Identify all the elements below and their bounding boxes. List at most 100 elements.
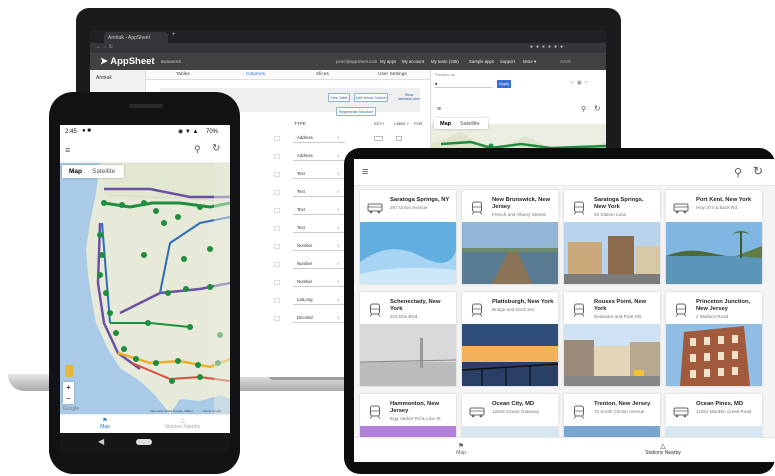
column-type-select[interactable]: Number ↕ bbox=[293, 242, 345, 251]
row-handle[interactable] bbox=[274, 262, 280, 267]
browser-tab[interactable]: Amtrak - AppSheet bbox=[104, 32, 168, 43]
tab-tables[interactable]: Tables bbox=[176, 72, 190, 77]
station-card[interactable]: Princeton Junction, New Jersey 2 Wallace … bbox=[666, 292, 762, 386]
new-tab-icon[interactable]: + bbox=[172, 32, 176, 38]
column-type-select[interactable]: Number ↕ bbox=[293, 278, 345, 287]
phone-refresh-icon[interactable]: ↻ bbox=[212, 143, 220, 154]
tablet-menu-icon[interactable]: ≡ bbox=[362, 166, 368, 178]
map-pin-icon: ⚑ bbox=[102, 418, 108, 424]
station-card[interactable]: Saratoga Springs, New York 26 Station Lan… bbox=[564, 190, 660, 284]
tab-slices[interactable]: Slices bbox=[316, 72, 329, 77]
train-icon bbox=[571, 201, 587, 215]
phone-nav-stations-nearby[interactable]: △ Stations Nearby bbox=[155, 417, 210, 430]
train-icon bbox=[367, 405, 383, 419]
column-type-select[interactable]: Address ↕ bbox=[293, 152, 345, 161]
nav-sample-apps[interactable]: Sample apps bbox=[469, 59, 494, 64]
row-handle[interactable] bbox=[274, 226, 280, 231]
nav-my-account[interactable]: My account bbox=[402, 59, 424, 64]
station-photo bbox=[360, 222, 456, 284]
train-icon bbox=[469, 303, 485, 317]
row-handle[interactable] bbox=[274, 136, 280, 141]
nav-more[interactable]: More ▾ bbox=[523, 59, 536, 65]
phone-map[interactable] bbox=[60, 163, 230, 414]
nearby-icon: △ bbox=[180, 418, 185, 424]
station-photo bbox=[462, 222, 558, 284]
pegman-icon[interactable] bbox=[65, 365, 73, 377]
column-type-value: Decimal bbox=[297, 315, 313, 320]
select-caret-icon: ↕ bbox=[337, 261, 340, 266]
station-photo bbox=[564, 324, 660, 386]
column-type-select[interactable]: Number ↕ bbox=[293, 260, 345, 269]
row-handle[interactable] bbox=[274, 172, 280, 177]
phone-search-icon[interactable]: ⚲ bbox=[194, 144, 201, 155]
station-photo bbox=[666, 324, 762, 386]
station-name: Ocean Pines, MD bbox=[696, 401, 744, 407]
column-type-select[interactable]: Text ↕ bbox=[293, 224, 345, 233]
preview-refresh-icon[interactable]: ↻ bbox=[594, 104, 601, 113]
column-type-select[interactable]: Text ↕ bbox=[293, 206, 345, 215]
extension-icons[interactable]: ●●●●●● bbox=[530, 44, 566, 50]
station-card[interactable]: Schenectady, New York 332 Erie Blvd. bbox=[360, 292, 456, 386]
key-toggle[interactable] bbox=[374, 136, 383, 141]
map-terms-link[interactable]: Terms of Use bbox=[203, 409, 221, 413]
phone-nav-map[interactable]: ⚑ Map bbox=[85, 417, 125, 430]
back-icon[interactable]: ← → ↻ bbox=[96, 44, 113, 50]
tablet-nav-stations-nearby[interactable]: △ Stations Nearby bbox=[632, 442, 694, 456]
sidebar-app-name[interactable]: Amtrak bbox=[96, 75, 112, 81]
preview-satellite-tab[interactable]: Satellite bbox=[460, 121, 480, 127]
row-handle[interactable] bbox=[274, 244, 280, 249]
column-type-value: LatLong bbox=[297, 297, 313, 302]
tablet-refresh-icon[interactable]: ↻ bbox=[753, 164, 763, 178]
station-card[interactable]: Port Kent, New York Hwy 373 & Back Rd. bbox=[666, 190, 762, 284]
save-button[interactable]: SAVE bbox=[560, 59, 571, 64]
row-handle[interactable] bbox=[274, 298, 280, 303]
back-triangle-icon[interactable]: ◀ bbox=[98, 437, 104, 446]
station-name: Hammonton, New Jersey bbox=[390, 401, 439, 414]
tablet-nav-map[interactable]: ⚑ Map bbox=[444, 442, 478, 456]
zoom-control[interactable]: + − bbox=[63, 382, 74, 404]
column-type-value: Text bbox=[297, 225, 305, 230]
column-type-select[interactable]: Text ↕ bbox=[293, 188, 345, 197]
station-photo bbox=[564, 222, 660, 284]
battery-level: 70% bbox=[206, 129, 219, 135]
column-type-select[interactable]: LatLong ↕ bbox=[293, 296, 345, 305]
phone-satellite-tab[interactable]: Satellite bbox=[92, 168, 115, 175]
row-handle[interactable] bbox=[274, 208, 280, 213]
preview-user-select[interactable]: ● bbox=[435, 81, 493, 88]
tab-columns[interactable]: Columns bbox=[246, 72, 265, 77]
phone-menu-icon[interactable]: ≡ bbox=[65, 145, 70, 155]
home-pill-icon[interactable] bbox=[136, 439, 152, 445]
preview-search-icon[interactable]: ⚲ bbox=[581, 105, 586, 113]
preview-label: Preview as bbox=[435, 72, 455, 77]
preview-map-tab[interactable]: Map bbox=[440, 121, 451, 127]
nav-support[interactable]: Support bbox=[500, 59, 515, 64]
column-type-select[interactable]: Decimal ↕ bbox=[293, 314, 345, 323]
nav-my-apps[interactable]: My apps bbox=[380, 59, 396, 64]
bus-icon bbox=[469, 405, 485, 419]
device-toggle-icons[interactable]: □▣□ bbox=[571, 80, 601, 88]
station-address: 11051 Manklin Creek Road bbox=[696, 409, 752, 414]
column-type-select[interactable]: Text ↕ bbox=[293, 170, 345, 179]
appsheet-header: ➤ AppSheet BUSINESS peter@appsheet.com M… bbox=[90, 53, 606, 70]
column-type-select[interactable]: Address ↕ bbox=[293, 134, 345, 143]
station-card[interactable]: Saratoga Springs, NY 267 Union Avenue bbox=[360, 190, 456, 284]
nav-my-team[interactable]: My team (185) bbox=[431, 59, 459, 64]
station-card[interactable]: Plattsburgh, New York Bridge and Dock Sts… bbox=[462, 292, 558, 386]
apply-button[interactable]: Apply bbox=[497, 80, 511, 88]
label-checkbox[interactable] bbox=[396, 136, 402, 141]
appsheet-logo[interactable]: ➤ AppSheet bbox=[100, 56, 155, 67]
tab-user-settings[interactable]: User Settings bbox=[378, 72, 407, 77]
row-handle[interactable] bbox=[274, 316, 280, 321]
phone-app-bar: ≡ ⚲ ↻ bbox=[60, 138, 230, 163]
preview-menu-icon[interactable]: ≡ bbox=[437, 106, 441, 113]
phone-map-tab[interactable]: Map bbox=[69, 168, 82, 175]
row-handle[interactable] bbox=[274, 190, 280, 195]
station-card[interactable]: Rouses Point, New York Delaware and Pratt… bbox=[564, 292, 660, 386]
select-caret-icon: ↕ bbox=[337, 189, 340, 194]
row-handle[interactable] bbox=[274, 154, 280, 159]
station-card[interactable]: New Brunswick, New Jersey French and Alba… bbox=[462, 190, 558, 284]
tablet-search-icon[interactable]: ⚲ bbox=[734, 166, 742, 179]
bus-icon bbox=[673, 405, 689, 419]
row-handle[interactable] bbox=[274, 280, 280, 285]
column-type-value: Address bbox=[297, 153, 313, 158]
